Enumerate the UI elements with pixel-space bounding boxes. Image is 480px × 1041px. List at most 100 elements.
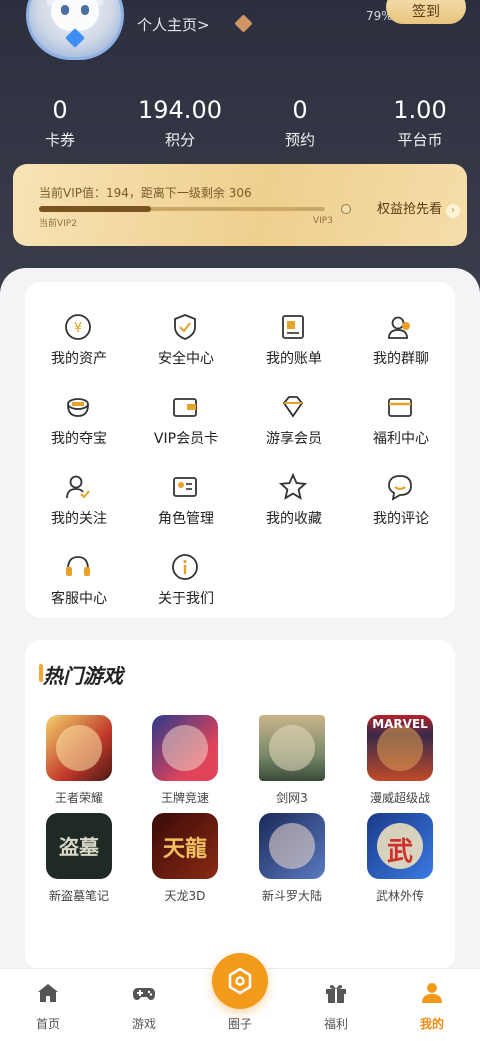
- tab-label: 我的: [419, 1017, 444, 1031]
- menu-item-group-chat[interactable]: 我的群聊: [347, 312, 455, 372]
- game-badge: MARVEL: [372, 717, 428, 731]
- game-icon: [152, 715, 218, 781]
- stat-reservations[interactable]: 0 预约: [240, 95, 360, 153]
- follow-user-icon: [66, 475, 90, 499]
- tab-welfare[interactable]: 福利: [288, 969, 384, 1041]
- game-name: 新斗罗大陆: [261, 889, 322, 903]
- shield-icon: [174, 314, 196, 340]
- stat-label: 卡券: [44, 131, 75, 149]
- game-badge: 盗墓: [59, 835, 99, 859]
- menu-item-member[interactable]: 游享会员: [240, 392, 348, 452]
- wallet-icon: [173, 398, 197, 417]
- diamond-icon: [282, 396, 304, 418]
- gift-icon: [326, 985, 346, 1003]
- game-badge: 天龍: [162, 837, 207, 862]
- menu-item-roles[interactable]: 角色管理: [132, 472, 240, 532]
- game-item[interactable]: MARVEL 漫威超级战: [355, 715, 445, 806]
- game-item[interactable]: 剑网3: [247, 715, 337, 806]
- game-item[interactable]: 武 武林外传: [355, 813, 445, 904]
- hot-games-section: 热门游戏 王者荣耀 王牌竞速 剑网3 MARVEL 漫威超级战 盗墓 新盗墓笔记…: [25, 640, 455, 970]
- game-icon: MARVEL: [367, 715, 433, 781]
- vip-benefits-link[interactable]: 权益抢先看 ›: [377, 198, 461, 218]
- vip-card[interactable]: 当前VIP值：194，距离下一级剩余 306 当前VIP2 VIP3 权益抢先看…: [13, 164, 467, 246]
- menu-grid: ¥ 我的资产 安全中心 我的账单 我的群聊 我的夺宝 VIP会员卡 游享会员 福…: [25, 282, 455, 618]
- menu-item-label: 安全中心: [158, 351, 214, 367]
- stat-platform-coin[interactable]: 1.00 平台币: [360, 95, 480, 153]
- headset-icon: [66, 556, 90, 576]
- user-icon: [422, 983, 442, 1003]
- home-icon: [38, 984, 58, 1002]
- game-item[interactable]: 盗墓 新盗墓笔记: [34, 813, 124, 904]
- circle-center-button[interactable]: [212, 953, 268, 1009]
- role-card-icon: [173, 477, 197, 497]
- gem-icon: [234, 14, 253, 33]
- chevron-right-icon: ›: [446, 204, 461, 218]
- game-icon: 盗墓: [46, 813, 112, 879]
- game-name: 武林外传: [375, 889, 424, 903]
- coin-icon: ¥: [65, 314, 91, 340]
- menu-item-label: 我的资产: [51, 351, 107, 367]
- stat-points[interactable]: 194.00 积分: [120, 95, 240, 153]
- menu-item-assets[interactable]: ¥ 我的资产: [25, 312, 133, 372]
- stat-label: 积分: [164, 131, 195, 149]
- game-badge: 武: [386, 837, 413, 867]
- bill-icon: [282, 315, 304, 339]
- tab-games[interactable]: 游戏: [96, 969, 192, 1041]
- game-name: 天龙3D: [164, 889, 206, 903]
- group-chat-icon: [388, 316, 410, 339]
- profile-home-link[interactable]: 个人主页>: [137, 14, 210, 35]
- menu-item-vip-card[interactable]: VIP会员卡: [132, 392, 240, 452]
- game-name: 王者荣耀: [54, 791, 103, 805]
- tab-mine[interactable]: 我的: [384, 969, 480, 1041]
- tab-label: 游戏: [131, 1017, 156, 1031]
- sign-in-button[interactable]: 签到: [386, 0, 466, 24]
- card-icon: [388, 398, 412, 417]
- tab-label: 圈子: [227, 1017, 252, 1031]
- menu-item-bills[interactable]: 我的账单: [240, 312, 348, 372]
- menu-item-treasure[interactable]: 我的夺宝: [25, 392, 133, 452]
- tab-home[interactable]: 首页: [0, 969, 96, 1041]
- game-item[interactable]: 王牌竞速: [140, 715, 230, 806]
- menu-item-label: 我的评论: [373, 511, 429, 527]
- menu-item-label: 游享会员: [266, 431, 322, 447]
- menu-item-welfare[interactable]: 福利中心: [347, 392, 455, 452]
- menu-item-label: VIP会员卡: [153, 431, 219, 447]
- vip-benefits-label: 权益抢先看: [377, 202, 443, 217]
- menu-item-label: 我的关注: [51, 511, 107, 527]
- stat-coupons[interactable]: 0 卡券: [0, 95, 120, 153]
- menu-item-security[interactable]: 安全中心: [132, 312, 240, 372]
- stat-value: 0: [52, 96, 68, 124]
- menu-item-label: 我的群聊: [373, 351, 429, 367]
- profile-header: 个人主页> 79% 签到 0 卡券 194.00 积分 0 预约 1.00 平台…: [0, 0, 480, 300]
- game-icon: [259, 715, 325, 781]
- game-icon: [46, 715, 112, 781]
- menu-item-label: 我的收藏: [266, 511, 322, 527]
- menu-item-customer-service[interactable]: 客服中心: [25, 552, 133, 612]
- tab-label: 福利: [323, 1017, 348, 1031]
- game-name: 剑网3: [276, 791, 308, 805]
- stat-label: 预约: [284, 131, 315, 149]
- stat-label: 平台币: [397, 131, 443, 149]
- game-item[interactable]: 王者荣耀: [34, 715, 124, 806]
- star-icon: [278, 472, 308, 500]
- game-item[interactable]: 新斗罗大陆: [247, 813, 337, 904]
- menu-item-comments[interactable]: 我的评论: [347, 472, 455, 532]
- vip-progress-fill: [39, 206, 151, 212]
- game-icon: 武: [367, 813, 433, 879]
- menu-item-following[interactable]: 我的关注: [25, 472, 133, 532]
- treasure-icon: [67, 398, 89, 417]
- menu-item-label: 角色管理: [158, 511, 214, 527]
- avatar[interactable]: [26, 0, 124, 60]
- menu-item-favorites[interactable]: 我的收藏: [240, 472, 348, 532]
- gamepad-icon: [133, 988, 155, 1000]
- menu-item-label: 我的夺宝: [51, 431, 107, 447]
- hexagon-icon: [228, 967, 252, 995]
- info-icon: [172, 554, 198, 580]
- game-name: 新盗墓笔记: [48, 889, 109, 903]
- game-name: 王牌竞速: [160, 791, 209, 805]
- stat-value: 194.00: [138, 96, 222, 124]
- menu-item-label: 关于我们: [158, 591, 214, 607]
- game-item[interactable]: 天龍 天龙3D: [140, 813, 230, 904]
- stat-value: 0: [292, 96, 308, 124]
- menu-item-about[interactable]: 关于我们: [132, 552, 240, 612]
